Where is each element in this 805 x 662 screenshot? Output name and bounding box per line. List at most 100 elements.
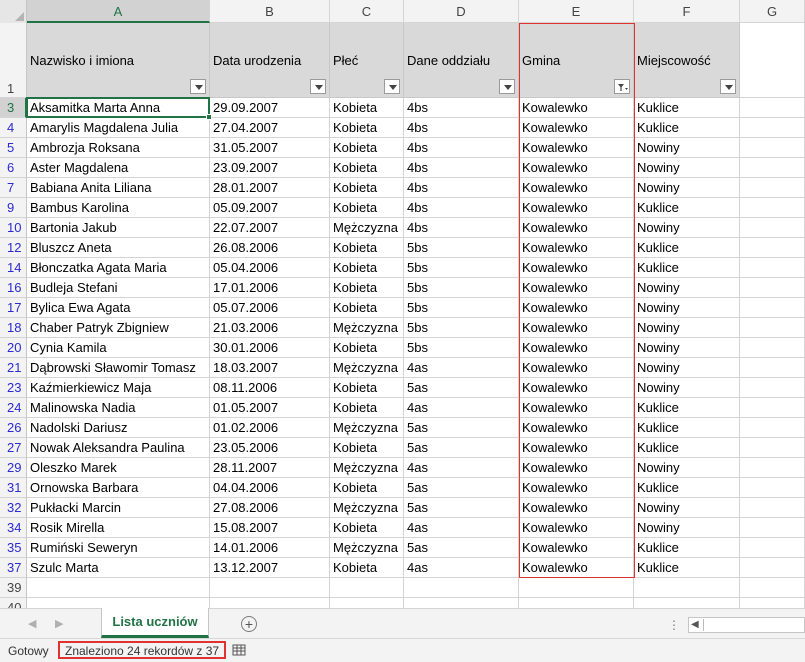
table-cell[interactable]: Mężczyzna bbox=[330, 318, 404, 338]
table-cell[interactable]: 27.04.2007 bbox=[210, 118, 330, 138]
header-cell-e[interactable]: Gmina bbox=[519, 23, 634, 98]
sheet-tab-lista-uczniow[interactable]: Lista uczniów bbox=[101, 608, 209, 638]
table-cell[interactable]: Mężczyzna bbox=[330, 538, 404, 558]
empty-cell[interactable] bbox=[740, 438, 805, 458]
row-header-12[interactable]: 12 bbox=[0, 238, 27, 258]
table-cell[interactable]: 5as bbox=[404, 438, 519, 458]
table-cell[interactable]: 01.02.2006 bbox=[210, 418, 330, 438]
empty-cell[interactable] bbox=[740, 298, 805, 318]
table-cell[interactable]: Kowalewko bbox=[519, 358, 634, 378]
table-cell[interactable]: Kobieta bbox=[330, 198, 404, 218]
table-cell[interactable]: 23.09.2007 bbox=[210, 158, 330, 178]
empty-cell[interactable] bbox=[740, 178, 805, 198]
table-cell[interactable]: 23.05.2006 bbox=[210, 438, 330, 458]
row-header-32[interactable]: 32 bbox=[0, 498, 27, 518]
funnel-icon[interactable] bbox=[614, 79, 630, 94]
header-cell-d[interactable]: Dane oddziału bbox=[404, 23, 519, 98]
table-cell[interactable]: 15.08.2007 bbox=[210, 518, 330, 538]
table-cell[interactable]: Kowalewko bbox=[519, 178, 634, 198]
table-cell[interactable]: Kobieta bbox=[330, 178, 404, 198]
empty-cell[interactable] bbox=[740, 218, 805, 238]
empty-cell[interactable] bbox=[740, 498, 805, 518]
column-header-b[interactable]: B bbox=[210, 0, 330, 23]
table-cell[interactable]: Ambrozja Roksana bbox=[27, 138, 210, 158]
table-cell[interactable]: Kuklice bbox=[634, 98, 740, 118]
table-cell[interactable]: Kobieta bbox=[330, 298, 404, 318]
empty-cell[interactable] bbox=[210, 598, 330, 608]
table-cell[interactable]: 30.01.2006 bbox=[210, 338, 330, 358]
table-cell[interactable]: Kowalewko bbox=[519, 478, 634, 498]
table-cell[interactable]: 4as bbox=[404, 458, 519, 478]
table-cell[interactable]: Kuklice bbox=[634, 418, 740, 438]
table-cell[interactable]: 31.05.2007 bbox=[210, 138, 330, 158]
empty-cell[interactable] bbox=[330, 598, 404, 608]
table-cell[interactable]: Nowiny bbox=[634, 278, 740, 298]
table-cell[interactable]: Nowak Aleksandra Paulina bbox=[27, 438, 210, 458]
table-cell[interactable]: 04.04.2006 bbox=[210, 478, 330, 498]
chevron-down-icon[interactable] bbox=[310, 79, 326, 94]
table-cell[interactable]: Kowalewko bbox=[519, 118, 634, 138]
table-cell[interactable]: Rosik Mirella bbox=[27, 518, 210, 538]
table-cell[interactable]: 21.03.2006 bbox=[210, 318, 330, 338]
table-cell[interactable]: 28.01.2007 bbox=[210, 178, 330, 198]
table-cell[interactable]: 5bs bbox=[404, 258, 519, 278]
chevron-down-icon[interactable] bbox=[190, 79, 206, 94]
table-cell[interactable]: Kowalewko bbox=[519, 558, 634, 578]
row-header-6[interactable]: 6 bbox=[0, 158, 27, 178]
empty-cell[interactable] bbox=[740, 538, 805, 558]
table-cell[interactable]: Kuklice bbox=[634, 478, 740, 498]
row-header-18[interactable]: 18 bbox=[0, 318, 27, 338]
table-cell[interactable]: Kobieta bbox=[330, 238, 404, 258]
table-cell[interactable]: Kuklice bbox=[634, 398, 740, 418]
column-header-d[interactable]: D bbox=[404, 0, 519, 23]
header-cell-a[interactable]: Nazwisko i imiona bbox=[27, 23, 210, 98]
empty-cell[interactable] bbox=[740, 338, 805, 358]
table-cell[interactable]: Bartonia Jakub bbox=[27, 218, 210, 238]
table-cell[interactable]: 5bs bbox=[404, 238, 519, 258]
table-cell[interactable]: 4as bbox=[404, 558, 519, 578]
table-cell[interactable]: Kobieta bbox=[330, 278, 404, 298]
table-cell[interactable]: Kuklice bbox=[634, 558, 740, 578]
column-header-f[interactable]: F bbox=[634, 0, 740, 23]
table-cell[interactable]: Bambus Karolina bbox=[27, 198, 210, 218]
row-header-40[interactable]: 40 bbox=[0, 598, 27, 608]
row-header-29[interactable]: 29 bbox=[0, 458, 27, 478]
table-cell[interactable]: Kowalewko bbox=[519, 378, 634, 398]
table-cell[interactable]: Kowalewko bbox=[519, 318, 634, 338]
scroll-left-icon[interactable]: ◀ bbox=[691, 619, 699, 630]
header-cell-g[interactable] bbox=[740, 23, 805, 98]
table-cell[interactable]: Kuklice bbox=[634, 438, 740, 458]
column-header-g[interactable]: G bbox=[740, 0, 805, 23]
table-cell[interactable]: Kobieta bbox=[330, 138, 404, 158]
table-cell[interactable]: Nowiny bbox=[634, 458, 740, 478]
table-cell[interactable]: 5bs bbox=[404, 278, 519, 298]
row-header-37[interactable]: 37 bbox=[0, 558, 27, 578]
empty-cell[interactable] bbox=[740, 598, 805, 608]
table-cell[interactable]: Kuklice bbox=[634, 258, 740, 278]
table-cell[interactable]: 5as bbox=[404, 378, 519, 398]
empty-cell[interactable] bbox=[740, 358, 805, 378]
row-header-20[interactable]: 20 bbox=[0, 338, 27, 358]
table-cell[interactable]: Kuklice bbox=[634, 538, 740, 558]
table-cell[interactable]: Kobieta bbox=[330, 338, 404, 358]
empty-cell[interactable] bbox=[519, 598, 634, 608]
empty-cell[interactable] bbox=[740, 478, 805, 498]
table-cell[interactable]: Kobieta bbox=[330, 478, 404, 498]
table-cell[interactable]: Nowiny bbox=[634, 218, 740, 238]
chevron-down-icon[interactable] bbox=[720, 79, 736, 94]
empty-cell[interactable] bbox=[740, 578, 805, 598]
table-cell[interactable]: Kaźmierkiewicz Maja bbox=[27, 378, 210, 398]
empty-cell[interactable] bbox=[740, 158, 805, 178]
row-header-27[interactable]: 27 bbox=[0, 438, 27, 458]
empty-cell[interactable] bbox=[330, 578, 404, 598]
table-cell[interactable]: Bylica Ewa Agata bbox=[27, 298, 210, 318]
row-header-34[interactable]: 34 bbox=[0, 518, 27, 538]
table-cell[interactable]: Chaber Patryk Zbigniew bbox=[27, 318, 210, 338]
row-header-23[interactable]: 23 bbox=[0, 378, 27, 398]
table-cell[interactable]: Nowiny bbox=[634, 298, 740, 318]
empty-cell[interactable] bbox=[740, 398, 805, 418]
table-cell[interactable]: Kobieta bbox=[330, 98, 404, 118]
table-cell[interactable]: 14.01.2006 bbox=[210, 538, 330, 558]
table-cell[interactable]: Szulc Marta bbox=[27, 558, 210, 578]
table-cell[interactable]: 01.05.2007 bbox=[210, 398, 330, 418]
